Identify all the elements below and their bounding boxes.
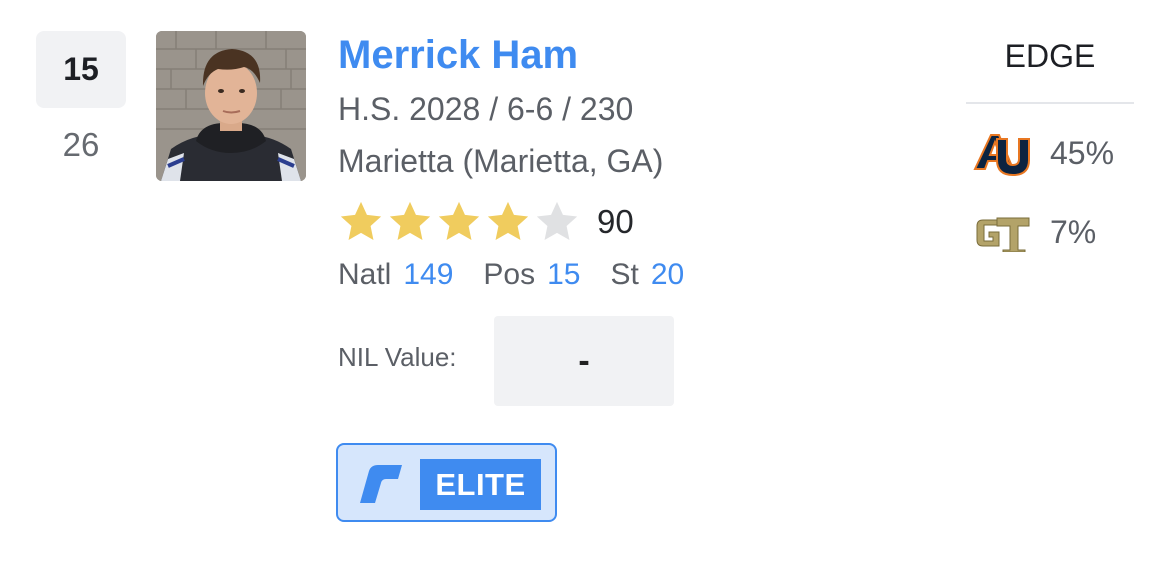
position-label: EDGE (1004, 38, 1096, 74)
star-rating: 90 (338, 196, 634, 248)
star-icon-3 (436, 199, 482, 245)
pos-rank-link[interactable]: 15 (547, 258, 580, 292)
player-school: Marietta (Marietta, GA) (338, 143, 664, 179)
rating-value: 90 (597, 203, 634, 240)
player-photo-image (156, 31, 306, 181)
divider (966, 102, 1134, 104)
nil-label: NIL Value: (338, 342, 457, 372)
rank-secondary: 26 (62, 126, 100, 163)
star-icon-2 (387, 199, 433, 245)
nil-value: - (578, 341, 590, 380)
rank-badge: 15 (36, 31, 126, 108)
prediction-row-georgia-tech[interactable]: 7% (970, 207, 1096, 257)
rankings-row: Natl 149 Pos 15 St 20 (338, 258, 714, 292)
georgia-tech-percent: 7% (1050, 213, 1097, 250)
pos-label: Pos (483, 258, 536, 291)
star-icon-4 (485, 199, 531, 245)
natl-label: Natl (338, 258, 392, 291)
star-icon-1 (338, 199, 384, 245)
prediction-row-auburn[interactable]: 45% (970, 128, 1114, 178)
auburn-logo-icon (970, 128, 1034, 178)
st-rank-link[interactable]: 20 (651, 258, 684, 292)
player-name[interactable]: Merrick Ham (338, 33, 578, 78)
nil-value-box[interactable]: - (494, 316, 674, 406)
star-icon-5 (534, 199, 580, 245)
st-label: St (610, 258, 639, 291)
auburn-percent: 45% (1050, 134, 1115, 171)
player-meta: H.S. 2028 / 6-6 / 230 (338, 91, 634, 127)
elite-badge[interactable]: ELITE (336, 443, 557, 522)
elite-label: ELITE (420, 459, 541, 510)
natl-rank-link[interactable]: 149 (403, 258, 453, 292)
rivals-r-icon (360, 465, 402, 503)
player-photo[interactable] (156, 31, 306, 181)
georgia-tech-logo-icon (970, 207, 1034, 257)
rank-primary: 15 (63, 51, 99, 87)
